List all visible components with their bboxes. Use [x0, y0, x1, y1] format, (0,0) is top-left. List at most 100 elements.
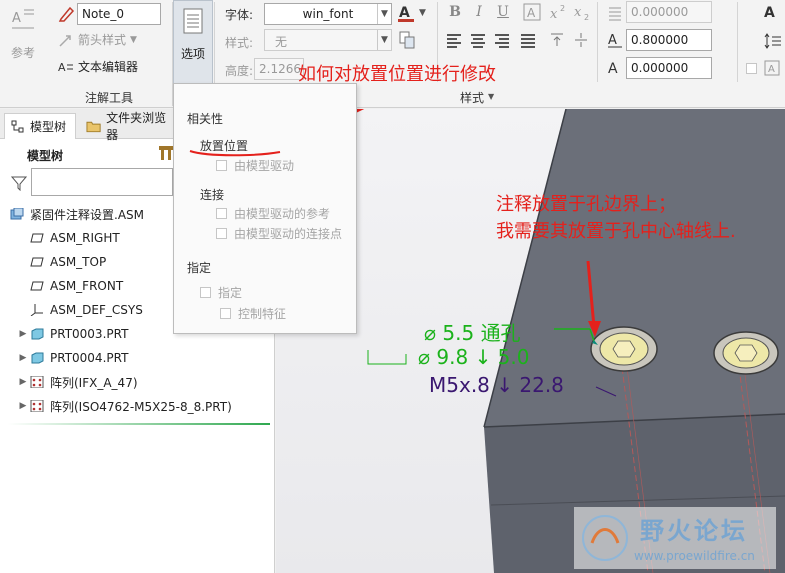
options-icon — [183, 8, 203, 34]
tree-item-asm-right[interactable]: ASM_RIGHT — [30, 227, 120, 249]
group-label-style: 样式 — [460, 91, 485, 105]
bold-button[interactable]: B — [446, 3, 464, 21]
arrow-style-button[interactable]: 箭头样式 ▼ — [58, 31, 137, 48]
expand-icon[interactable]: ▶ — [16, 329, 30, 339]
tree-item-pattern-ifx[interactable]: ▶ 阵列(IFX_A_47) — [16, 371, 138, 393]
model-driven-ref-checkbox[interactable] — [216, 208, 227, 219]
superscript-icon[interactable]: x2 — [549, 3, 567, 21]
dimension-hole-diameter[interactable]: ⌀ 5.5 通孔 — [424, 317, 521, 346]
expand-icon[interactable]: ▶ — [16, 353, 30, 363]
svg-text:A: A — [12, 11, 21, 26]
tree-search-input[interactable] — [31, 168, 173, 196]
tree-item-asm-top[interactable]: ASM_TOP — [30, 251, 106, 273]
align-justify-icon[interactable] — [521, 34, 537, 48]
filter-icon[interactable] — [11, 175, 27, 191]
dimension-counterbore[interactable]: ⌀ 9.8 ↓ 5.0 — [418, 345, 529, 369]
svg-text:A: A — [608, 33, 617, 48]
option-model-driven-conn-point[interactable]: 由模型驱动的连接点 — [216, 225, 342, 242]
csys-icon — [30, 304, 43, 316]
watermark-url: www.proewildfire.cn — [634, 549, 755, 563]
indent-icon[interactable] — [764, 32, 782, 50]
svg-text:A: A — [58, 61, 66, 74]
tree-item-assembly[interactable]: 紧固件注释设置.ASM — [10, 203, 144, 225]
expand-icon[interactable]: ▶ — [16, 377, 30, 387]
model-driven-conn-point-checkbox[interactable] — [216, 228, 227, 239]
options-button[interactable]: 选项 — [173, 0, 213, 84]
valign-middle-icon[interactable] — [573, 32, 589, 48]
svg-text:x: x — [550, 7, 558, 21]
tree-item-asm-def-csys[interactable]: ASM_DEF_CSYS — [30, 299, 143, 321]
control-feature-checkbox[interactable] — [220, 308, 231, 319]
options-dropdown-panel: 相关性 放置位置 由模型驱动 连接 由模型驱动的参考 由模型驱动的连接点 指定 … — [173, 83, 357, 334]
width-factor-icon: A — [608, 33, 622, 48]
text-color-icon: A — [398, 5, 414, 22]
option-model-driven-ref[interactable]: 由模型驱动的参考 — [216, 205, 330, 222]
width-factor-field[interactable]: 0.800000 — [626, 29, 712, 51]
subscript-icon[interactable]: x2 — [573, 3, 591, 21]
chevron-down-icon[interactable]: ▼ — [488, 92, 494, 101]
chevron-down-icon: ▼ — [130, 34, 137, 45]
chevron-down-icon: ▼ — [377, 4, 391, 24]
slant-angle-field[interactable]: 0.000000 — [626, 57, 712, 79]
tree-item-prt0004[interactable]: ▶ PRT0004.PRT — [16, 347, 129, 369]
svg-text:A: A — [527, 6, 536, 20]
dimension-thread[interactable]: M5x.8 ↓ 22.8 — [429, 373, 564, 397]
pattern-icon — [30, 376, 44, 388]
annotation-note-line2: 我需要其放置于孔中心轴线上. — [496, 221, 736, 242]
datum-plane-icon — [30, 233, 44, 243]
section-connection: 连接 — [200, 188, 225, 202]
part-icon — [31, 352, 44, 364]
slant-angle-icon: A — [608, 61, 618, 76]
font-select[interactable]: win_font ▼ — [264, 3, 392, 25]
style-select[interactable]: 无 ▼ — [264, 29, 392, 51]
option-assign[interactable]: 指定 — [200, 284, 242, 301]
reference-label: 参考 — [10, 46, 35, 60]
tab-model-tree[interactable]: 模型树 — [4, 113, 76, 139]
svg-text:A: A — [399, 5, 410, 21]
tree-title: 模型树 — [27, 149, 64, 163]
line-spacing-field[interactable]: 0.000000 — [626, 1, 712, 23]
option-model-driven[interactable]: 由模型驱动 — [216, 157, 294, 174]
note-edit-icon — [58, 6, 75, 22]
text-direction-icon[interactable]: A — [762, 3, 780, 21]
tree-insert-line — [8, 423, 270, 425]
italic-button[interactable]: I — [470, 3, 488, 21]
text-editor-icon: A — [58, 61, 73, 74]
option-control-feature[interactable]: 控制特征 — [220, 305, 286, 322]
tab-file-browser[interactable]: 文件夹浏览器 — [80, 111, 180, 142]
svg-text:A: A — [608, 61, 618, 76]
tree-item-prt0003[interactable]: ▶ PRT0003.PRT — [16, 323, 129, 345]
annotation-note-line1: 注释放置于孔边界上； — [496, 194, 676, 215]
svg-text:2: 2 — [584, 13, 589, 21]
note-name-field[interactable]: Note_0 — [77, 3, 161, 25]
group-label-annotation-tools: 注解工具 — [85, 91, 134, 105]
tree-item-asm-front[interactable]: ASM_FRONT — [30, 275, 123, 297]
underline-button[interactable]: U — [494, 3, 512, 21]
text-editor-button[interactable]: A 文本编辑器 — [58, 58, 138, 75]
expand-icon[interactable]: ▶ — [16, 401, 30, 411]
frame-checkbox[interactable] — [746, 63, 757, 74]
datum-plane-icon — [30, 281, 44, 291]
ribbon: A 参考 Note_0 箭头样式 ▼ A 文本编辑器 注解工具 选项 字体: w… — [0, 0, 785, 108]
valign-top-icon[interactable] — [549, 32, 565, 48]
align-left-icon[interactable] — [447, 34, 463, 48]
watermark: 野火论坛 www.proewildfire.cn — [574, 507, 776, 569]
tree-item-pattern-iso[interactable]: ▶ 阵列(ISO4762-M5X25-8_8.PRT) — [16, 395, 232, 417]
reference-button[interactable]: A 参考 — [4, 4, 42, 66]
text-color-button[interactable]: A ▼ — [397, 3, 426, 23]
model-driven-checkbox[interactable] — [216, 160, 227, 171]
outline-text-icon[interactable]: A — [523, 3, 541, 21]
svg-text:2: 2 — [560, 4, 565, 13]
assign-checkbox[interactable] — [200, 287, 211, 298]
reference-icon: A — [12, 9, 34, 29]
copy-format-icon[interactable] — [399, 31, 415, 49]
svg-text:A: A — [768, 64, 775, 75]
height-field[interactable]: 2.1266 — [254, 58, 304, 80]
align-right-icon[interactable] — [495, 34, 511, 48]
folder-icon — [86, 121, 101, 133]
model-tree-icon — [11, 120, 24, 132]
svg-text:A: A — [764, 5, 775, 21]
chevron-down-icon: ▼ — [419, 8, 426, 18]
align-center-icon[interactable] — [471, 34, 487, 48]
chevron-down-icon: ▼ — [377, 30, 391, 50]
